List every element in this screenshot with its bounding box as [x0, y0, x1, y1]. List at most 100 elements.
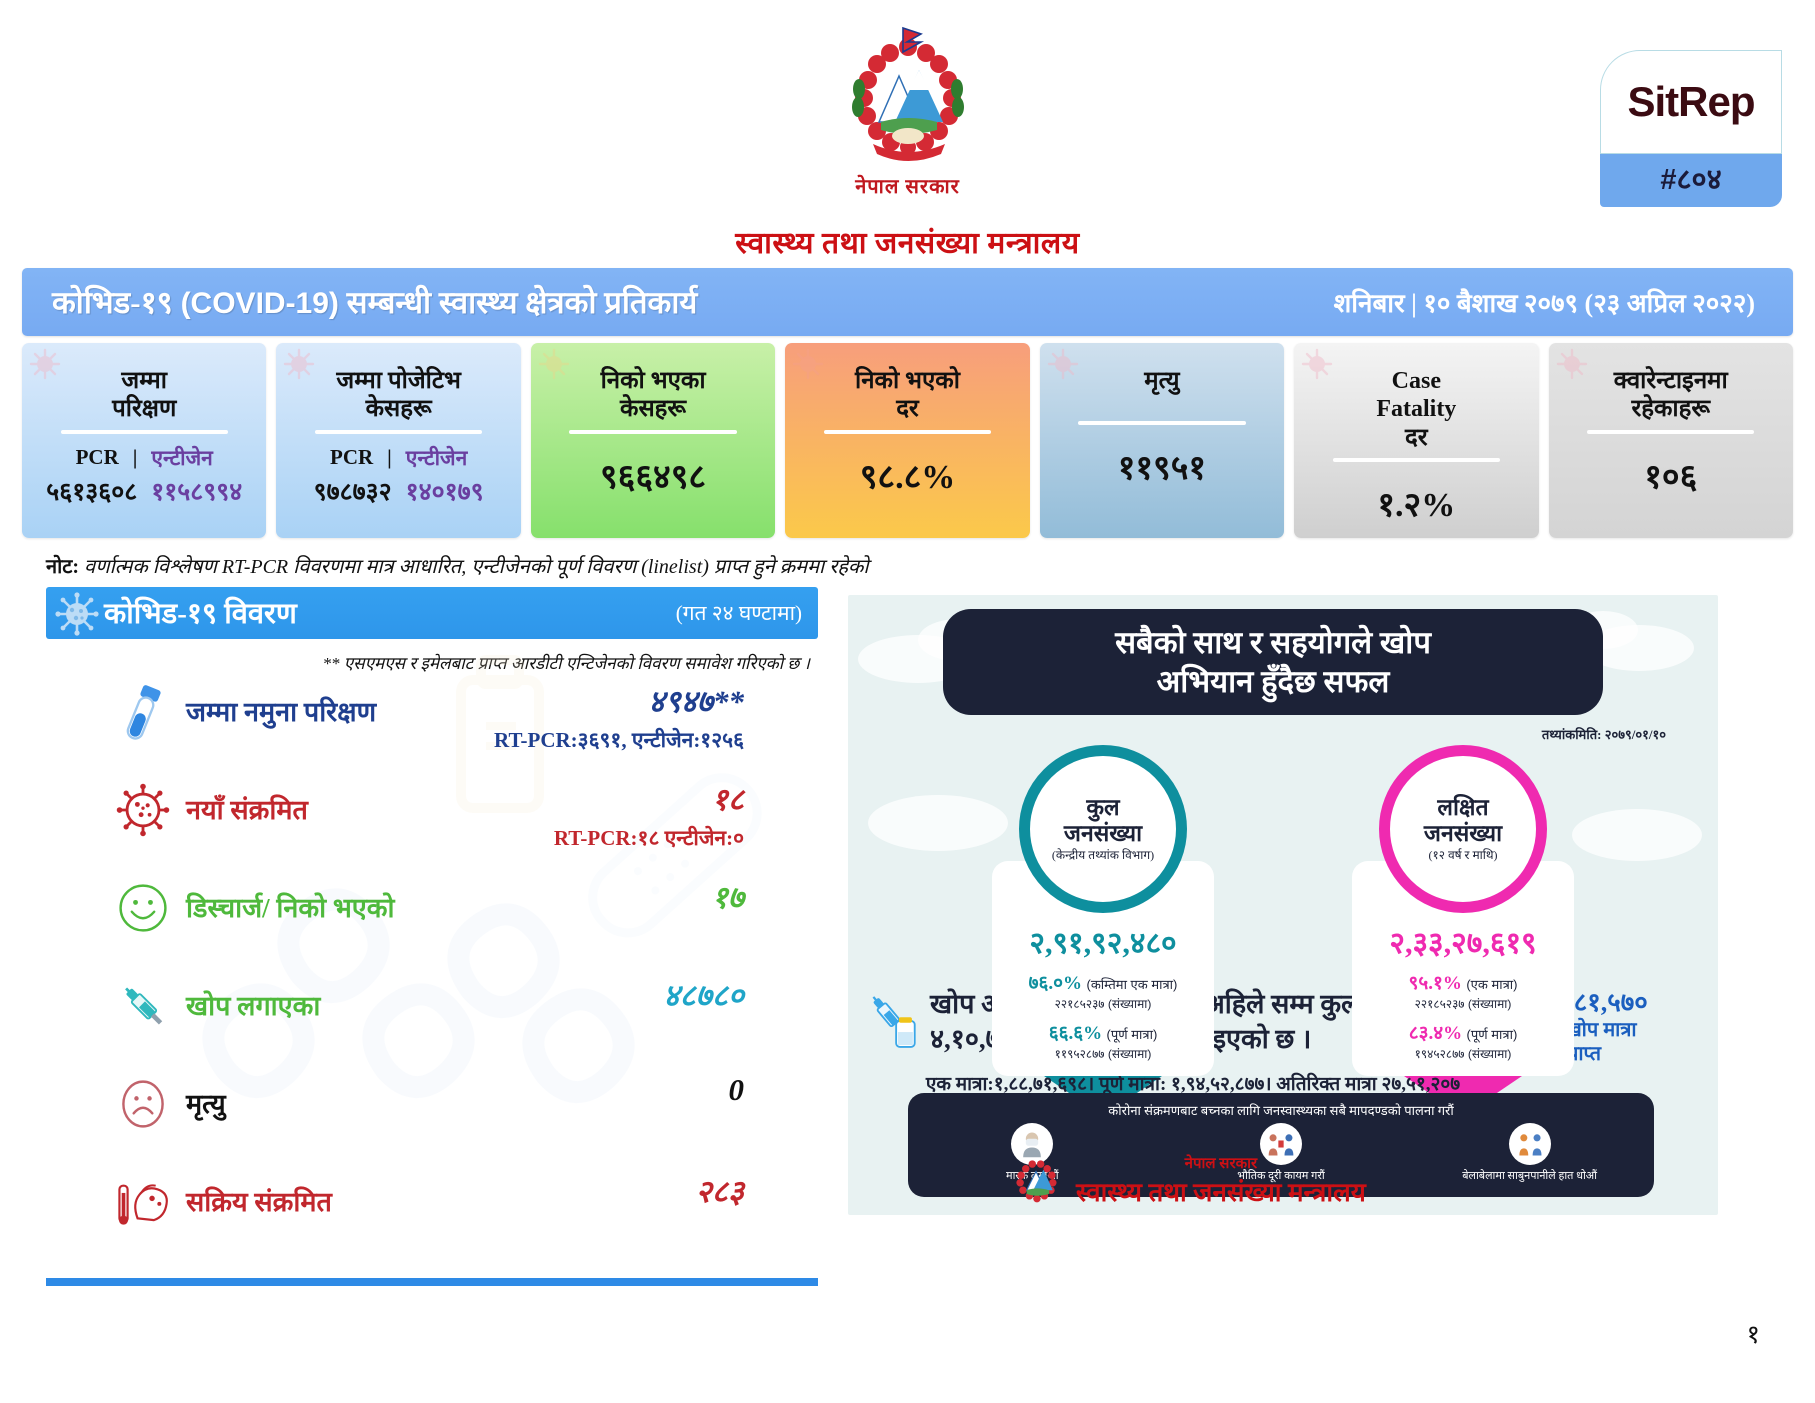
nepal-emblem-icon [833, 18, 983, 168]
detail-row-active-cases: सक्रिय संक्रमित २८३ [46, 1170, 818, 1268]
detail-row-vaccinated: खोप लगाएका ४८७८० [46, 974, 818, 1072]
bubble-stat: ७६.०% (कम्तिमा एक मात्रा) २२१८५२३७ (संख्… [1002, 969, 1204, 1012]
panel-bottom-rule [46, 1277, 818, 1286]
card-title-line1: निको भएको [854, 368, 960, 394]
card-title: मृत्यु [1144, 353, 1179, 415]
safety-item-handwash: बेलाबेलामा साबुनपानीले हात धोऔं [1430, 1122, 1630, 1183]
bubble-pct: ६६.६% [1048, 1022, 1103, 1044]
bubble-title-line1: कुल [1086, 795, 1120, 821]
bubble-title-line2: जनसंख्या [1063, 820, 1143, 846]
poster-as-of-date: तथ्यांकमिति: २०७९/०१/१० [1541, 726, 1666, 742]
bubble-pct: ७६.०% [1028, 972, 1083, 994]
emblem-block: नेपाल सरकार स्वास्थ्य तथा जनसंख्या मन्त्… [698, 18, 1118, 262]
bubble-stat: ८३.४% (पूर्ण मात्रा) १९४५२८७७ (संख्यामा) [1362, 1019, 1564, 1062]
bubble-stat: ६६.६% (पूर्ण मात्रा) ११९५२८७७ (संख्यामा) [1002, 1019, 1204, 1062]
detail-row-values: १७ [712, 876, 818, 918]
card-recovery-rate: निको भएको दर ९८.८% [785, 343, 1030, 538]
pcr-value: ९७८७३२ [313, 478, 392, 506]
card-title-line2: केसहरू [365, 396, 432, 423]
divider [314, 429, 483, 434]
bubble-count: २२१८५२३७ (संख्यामा) [1054, 996, 1152, 1011]
panel-header: कोभिड-१९ विवरण (गत २४ घण्टामा) [46, 586, 818, 639]
bubble-subtitle: (केन्द्रीय तथ्यांक विभाग) [1051, 847, 1155, 862]
note-line: नोट: वर्णात्मक विश्लेषण RT-PCR विवरणमा म… [46, 552, 1815, 579]
card-total-tests: जम्मा परिक्षण PCR | एन्टीजेन ५६१३६०८ ११५… [22, 343, 267, 538]
bubble-title-line1: लक्षित [1437, 795, 1489, 821]
card-deaths: मृत्यु ११९५१ [1039, 343, 1285, 538]
card-title-line2: Fatality [1376, 396, 1457, 423]
syringe-icon [106, 974, 180, 1038]
card-title: निको भएका केसहरू [601, 353, 706, 424]
detail-row-values: 0 [729, 1072, 819, 1108]
smiley-happy-icon [106, 876, 180, 940]
detail-row-value: २८३ [695, 1173, 744, 1209]
summary-cards: जम्मा परिक्षण PCR | एन्टीजेन ५६१३६०८ ११५… [22, 343, 1793, 538]
detail-row-value: 0 [728, 1071, 745, 1107]
poster-headline-line1: सबैको साथ र सहयोगले खोप [1115, 624, 1431, 660]
bubble-pct-label: (पूर्ण मात्रा) [1106, 1026, 1158, 1042]
detail-row-label: डिस्चार्ज/ निको भएको [186, 892, 395, 923]
card-title-line1: निको भएका [600, 368, 706, 394]
note-prefix: नोट: [46, 555, 80, 578]
bubble-pct-label: (कम्तिमा एक मात्रा) [1086, 976, 1178, 992]
divider [1587, 429, 1755, 434]
card-title: Case Fatality दर [1376, 353, 1456, 452]
virus-icon [28, 347, 62, 381]
card-case-fatality-rate: Case Fatality दर १.२% [1294, 343, 1539, 538]
panel-subtitle: (गत २४ घण्टामा) [675, 600, 802, 625]
panel-footnote: ** एसएमएस र इमेलबाट प्राप्त आरडीटी एन्टि… [322, 653, 810, 673]
virus-icon [1300, 347, 1334, 381]
poster-headline: सबैको साथ र सहयोगले खोप अभियान हुँदैछ सफ… [943, 608, 1603, 716]
detail-row-label: सक्रिय संक्रमित [186, 1186, 332, 1217]
pcr-label: PCR [75, 445, 119, 470]
card-title-line2: परिक्षण [112, 396, 177, 423]
card-title-line1: क्वारेन्टाइनमा [1613, 368, 1728, 394]
test-tube-icon [106, 680, 180, 744]
bubble-circle: कुल जनसंख्या (केन्द्रीय तथ्यांक विभाग) [1019, 744, 1187, 913]
syringe-vial-icon [872, 989, 924, 1056]
divider [1078, 421, 1246, 425]
bubble-number: २,९१,९२,४८० [1029, 926, 1177, 960]
virus-icon [1046, 347, 1080, 381]
card-title: क्वारेन्टाइनमा रहेकाहरू [1614, 353, 1728, 424]
main-content: कोभिड-१९ विवरण (गत २४ घण्टामा) ** एसएमएस… [0, 586, 1815, 1286]
separator: | [387, 445, 392, 470]
detail-row-deaths: मृत्यु 0 [46, 1072, 818, 1170]
detail-rows: जम्मा नमुना परिक्षण ४९४७** RT-PCR:३६९१, … [46, 654, 818, 1268]
bubble-count: २२१८५२३७ (संख्यामा) [1414, 996, 1512, 1011]
detail-row-breakdown: RT-PCR:१८ एन्टीजेन:० [553, 825, 744, 850]
bubble-pct-label: (एक मात्रा) [1466, 976, 1518, 992]
card-title-line1: मृत्यु [1144, 368, 1180, 394]
card-recovered-cases: निको भएका केसहरू ९६६४९८ [530, 343, 776, 538]
divider [569, 429, 737, 434]
detail-row-value: १८ [711, 781, 744, 817]
card-value: ९८.८% [859, 458, 956, 496]
sitrep-badge: SitRep #८०४ [1600, 50, 1782, 207]
bubble-subtitle: (१२ वर्ष र माथि) [1428, 847, 1498, 862]
poster-footer-ministry: स्वास्थ्य तथा जनसंख्या मन्त्रालय [1076, 1178, 1366, 1208]
detail-row-label: मृत्यु [186, 1088, 226, 1119]
safety-bar-title: कोरोना संक्रमणबाट बच्नका लागि जनस्वास्थ्… [1108, 1102, 1454, 1118]
virus-icon [537, 347, 571, 381]
detail-row-values: १८ RT-PCR:१८ एन्टीजेन:० [554, 778, 818, 852]
panel-title: कोभिड-१९ विवरण [104, 598, 297, 631]
banner-title-en: (COVID-19) [180, 287, 339, 320]
gov-label: नेपाल सरकार [855, 176, 960, 198]
detail-row-values: ४८७८० [663, 974, 818, 1016]
detail-row-new-cases: नयाँ संक्रमित १८ RT-PCR:१८ एन्टीजेन:० [46, 778, 818, 876]
bubble-number: २,३३,२७,६१९ [1389, 926, 1537, 960]
card-title-line3: दर [1405, 424, 1428, 451]
card-title: जम्मा पोजेटिभ केसहरू [336, 353, 460, 424]
bubble-target-population: लक्षित जनसंख्या (१२ वर्ष र माथि) २,३३,२७… [1338, 744, 1588, 1116]
bubble-pct: ९५.१% [1408, 972, 1462, 994]
card-value: १०६ [1644, 458, 1698, 496]
antigen-label: एन्टीजेन [405, 445, 468, 470]
sitrep-label: SitRep [1627, 78, 1755, 125]
card-value: ११९५१ [1117, 450, 1207, 487]
pcr-value: ५६१३६०८ [46, 478, 138, 506]
card-title-line1: जम्मा [121, 368, 167, 394]
card-title-line2: दर [896, 396, 919, 423]
antigen-label: एन्टीजेन [151, 445, 213, 470]
card-subheads: PCR | एन्टीजेन [330, 444, 467, 472]
virus-icon [1555, 347, 1589, 381]
